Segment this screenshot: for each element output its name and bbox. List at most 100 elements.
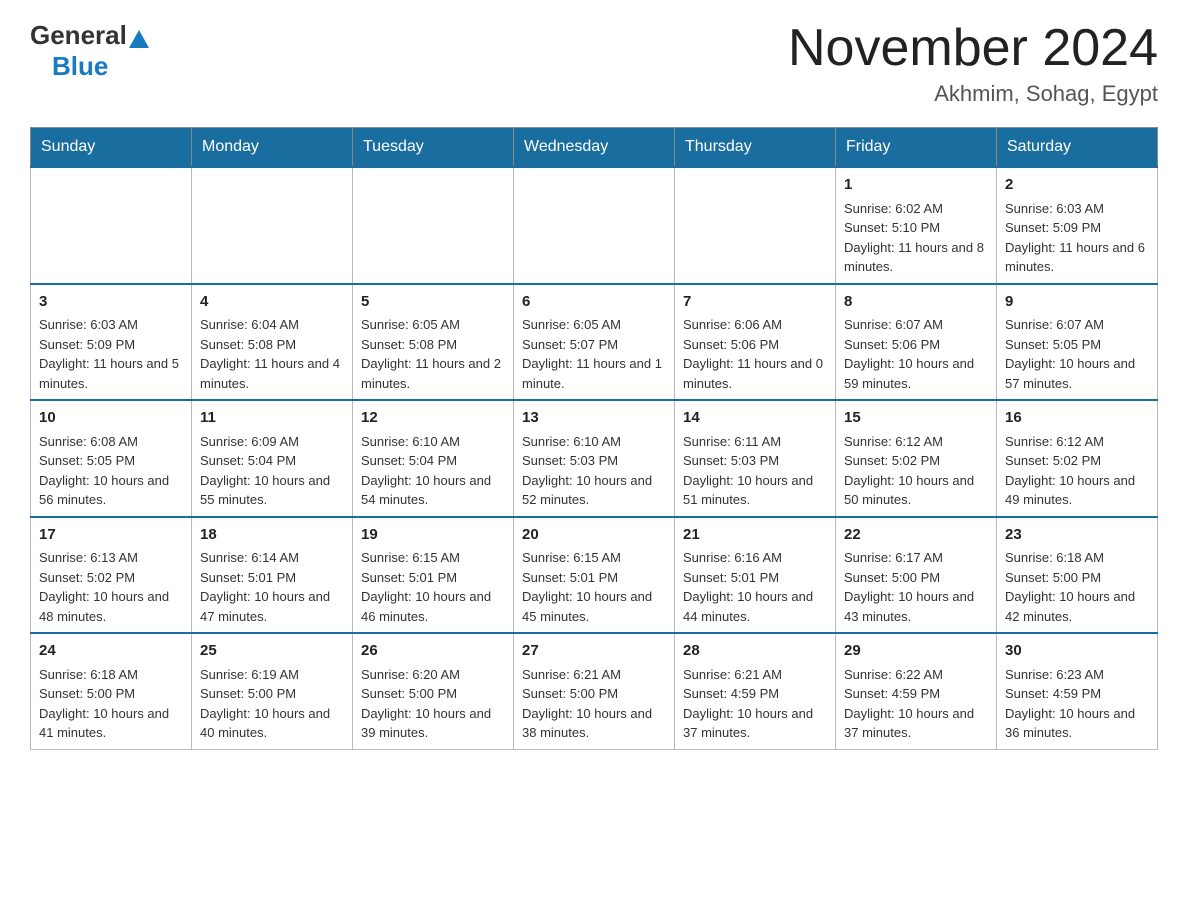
day-number: 28	[683, 640, 827, 663]
day-info: Sunrise: 6:03 AM Sunset: 5:09 PM Dayligh…	[1005, 199, 1149, 277]
day-info: Sunrise: 6:07 AM Sunset: 5:06 PM Dayligh…	[844, 315, 988, 393]
day-number: 14	[683, 407, 827, 430]
calendar-cell: 7Sunrise: 6:06 AM Sunset: 5:06 PM Daylig…	[675, 284, 836, 401]
day-number: 18	[200, 524, 344, 547]
calendar-cell: 11Sunrise: 6:09 AM Sunset: 5:04 PM Dayli…	[192, 400, 353, 517]
logo-blue-text: Blue	[52, 51, 108, 82]
day-info: Sunrise: 6:09 AM Sunset: 5:04 PM Dayligh…	[200, 432, 344, 510]
calendar-cell: 27Sunrise: 6:21 AM Sunset: 5:00 PM Dayli…	[514, 633, 675, 749]
day-number: 25	[200, 640, 344, 663]
day-number: 21	[683, 524, 827, 547]
location-title: Akhmim, Sohag, Egypt	[788, 81, 1158, 107]
day-info: Sunrise: 6:04 AM Sunset: 5:08 PM Dayligh…	[200, 315, 344, 393]
day-info: Sunrise: 6:10 AM Sunset: 5:04 PM Dayligh…	[361, 432, 505, 510]
calendar-cell: 12Sunrise: 6:10 AM Sunset: 5:04 PM Dayli…	[353, 400, 514, 517]
day-info: Sunrise: 6:20 AM Sunset: 5:00 PM Dayligh…	[361, 665, 505, 743]
day-number: 27	[522, 640, 666, 663]
calendar-cell: 29Sunrise: 6:22 AM Sunset: 4:59 PM Dayli…	[836, 633, 997, 749]
day-number: 2	[1005, 174, 1149, 197]
day-number: 10	[39, 407, 183, 430]
day-info: Sunrise: 6:12 AM Sunset: 5:02 PM Dayligh…	[1005, 432, 1149, 510]
calendar-cell	[192, 167, 353, 284]
day-number: 30	[1005, 640, 1149, 663]
calendar-cell: 16Sunrise: 6:12 AM Sunset: 5:02 PM Dayli…	[997, 400, 1158, 517]
calendar-cell	[514, 167, 675, 284]
day-number: 20	[522, 524, 666, 547]
logo-triangle-icon	[129, 30, 149, 48]
day-number: 12	[361, 407, 505, 430]
month-title: November 2024	[788, 20, 1158, 77]
day-info: Sunrise: 6:16 AM Sunset: 5:01 PM Dayligh…	[683, 548, 827, 626]
calendar-cell: 14Sunrise: 6:11 AM Sunset: 5:03 PM Dayli…	[675, 400, 836, 517]
day-number: 16	[1005, 407, 1149, 430]
calendar-cell: 4Sunrise: 6:04 AM Sunset: 5:08 PM Daylig…	[192, 284, 353, 401]
day-number: 8	[844, 291, 988, 314]
day-info: Sunrise: 6:15 AM Sunset: 5:01 PM Dayligh…	[361, 548, 505, 626]
day-of-week-header: Thursday	[675, 128, 836, 168]
calendar-week-row: 3Sunrise: 6:03 AM Sunset: 5:09 PM Daylig…	[31, 284, 1158, 401]
calendar-header-row: SundayMondayTuesdayWednesdayThursdayFrid…	[31, 128, 1158, 168]
page-header: General Blue November 2024 Akhmim, Sohag…	[30, 20, 1158, 107]
calendar-cell: 8Sunrise: 6:07 AM Sunset: 5:06 PM Daylig…	[836, 284, 997, 401]
day-number: 13	[522, 407, 666, 430]
day-number: 9	[1005, 291, 1149, 314]
day-info: Sunrise: 6:12 AM Sunset: 5:02 PM Dayligh…	[844, 432, 988, 510]
calendar-cell: 9Sunrise: 6:07 AM Sunset: 5:05 PM Daylig…	[997, 284, 1158, 401]
day-of-week-header: Sunday	[31, 128, 192, 168]
calendar-cell: 10Sunrise: 6:08 AM Sunset: 5:05 PM Dayli…	[31, 400, 192, 517]
day-info: Sunrise: 6:17 AM Sunset: 5:00 PM Dayligh…	[844, 548, 988, 626]
day-number: 17	[39, 524, 183, 547]
calendar-cell	[31, 167, 192, 284]
day-info: Sunrise: 6:21 AM Sunset: 4:59 PM Dayligh…	[683, 665, 827, 743]
day-info: Sunrise: 6:11 AM Sunset: 5:03 PM Dayligh…	[683, 432, 827, 510]
day-info: Sunrise: 6:05 AM Sunset: 5:08 PM Dayligh…	[361, 315, 505, 393]
calendar-week-row: 17Sunrise: 6:13 AM Sunset: 5:02 PM Dayli…	[31, 517, 1158, 634]
day-number: 26	[361, 640, 505, 663]
day-info: Sunrise: 6:18 AM Sunset: 5:00 PM Dayligh…	[39, 665, 183, 743]
day-info: Sunrise: 6:23 AM Sunset: 4:59 PM Dayligh…	[1005, 665, 1149, 743]
calendar-cell: 13Sunrise: 6:10 AM Sunset: 5:03 PM Dayli…	[514, 400, 675, 517]
day-info: Sunrise: 6:13 AM Sunset: 5:02 PM Dayligh…	[39, 548, 183, 626]
calendar-week-row: 1Sunrise: 6:02 AM Sunset: 5:10 PM Daylig…	[31, 167, 1158, 284]
calendar-cell: 20Sunrise: 6:15 AM Sunset: 5:01 PM Dayli…	[514, 517, 675, 634]
day-number: 19	[361, 524, 505, 547]
day-info: Sunrise: 6:03 AM Sunset: 5:09 PM Dayligh…	[39, 315, 183, 393]
day-info: Sunrise: 6:10 AM Sunset: 5:03 PM Dayligh…	[522, 432, 666, 510]
day-number: 5	[361, 291, 505, 314]
calendar-cell: 21Sunrise: 6:16 AM Sunset: 5:01 PM Dayli…	[675, 517, 836, 634]
calendar-cell: 26Sunrise: 6:20 AM Sunset: 5:00 PM Dayli…	[353, 633, 514, 749]
day-info: Sunrise: 6:05 AM Sunset: 5:07 PM Dayligh…	[522, 315, 666, 393]
day-number: 15	[844, 407, 988, 430]
day-info: Sunrise: 6:14 AM Sunset: 5:01 PM Dayligh…	[200, 548, 344, 626]
calendar-cell: 25Sunrise: 6:19 AM Sunset: 5:00 PM Dayli…	[192, 633, 353, 749]
calendar-cell: 17Sunrise: 6:13 AM Sunset: 5:02 PM Dayli…	[31, 517, 192, 634]
calendar-cell: 19Sunrise: 6:15 AM Sunset: 5:01 PM Dayli…	[353, 517, 514, 634]
day-number: 11	[200, 407, 344, 430]
day-of-week-header: Saturday	[997, 128, 1158, 168]
day-info: Sunrise: 6:07 AM Sunset: 5:05 PM Dayligh…	[1005, 315, 1149, 393]
day-of-week-header: Monday	[192, 128, 353, 168]
day-info: Sunrise: 6:21 AM Sunset: 5:00 PM Dayligh…	[522, 665, 666, 743]
calendar-cell	[675, 167, 836, 284]
calendar-cell: 5Sunrise: 6:05 AM Sunset: 5:08 PM Daylig…	[353, 284, 514, 401]
day-number: 6	[522, 291, 666, 314]
day-of-week-header: Wednesday	[514, 128, 675, 168]
day-number: 29	[844, 640, 988, 663]
day-info: Sunrise: 6:02 AM Sunset: 5:10 PM Dayligh…	[844, 199, 988, 277]
calendar-cell: 30Sunrise: 6:23 AM Sunset: 4:59 PM Dayli…	[997, 633, 1158, 749]
calendar-cell	[353, 167, 514, 284]
day-number: 7	[683, 291, 827, 314]
day-info: Sunrise: 6:19 AM Sunset: 5:00 PM Dayligh…	[200, 665, 344, 743]
day-number: 23	[1005, 524, 1149, 547]
calendar-cell: 28Sunrise: 6:21 AM Sunset: 4:59 PM Dayli…	[675, 633, 836, 749]
day-of-week-header: Tuesday	[353, 128, 514, 168]
day-info: Sunrise: 6:08 AM Sunset: 5:05 PM Dayligh…	[39, 432, 183, 510]
calendar-cell: 2Sunrise: 6:03 AM Sunset: 5:09 PM Daylig…	[997, 167, 1158, 284]
calendar-cell: 24Sunrise: 6:18 AM Sunset: 5:00 PM Dayli…	[31, 633, 192, 749]
day-of-week-header: Friday	[836, 128, 997, 168]
calendar-cell: 18Sunrise: 6:14 AM Sunset: 5:01 PM Dayli…	[192, 517, 353, 634]
title-area: November 2024 Akhmim, Sohag, Egypt	[788, 20, 1158, 107]
calendar-cell: 22Sunrise: 6:17 AM Sunset: 5:00 PM Dayli…	[836, 517, 997, 634]
calendar-cell: 3Sunrise: 6:03 AM Sunset: 5:09 PM Daylig…	[31, 284, 192, 401]
day-number: 22	[844, 524, 988, 547]
